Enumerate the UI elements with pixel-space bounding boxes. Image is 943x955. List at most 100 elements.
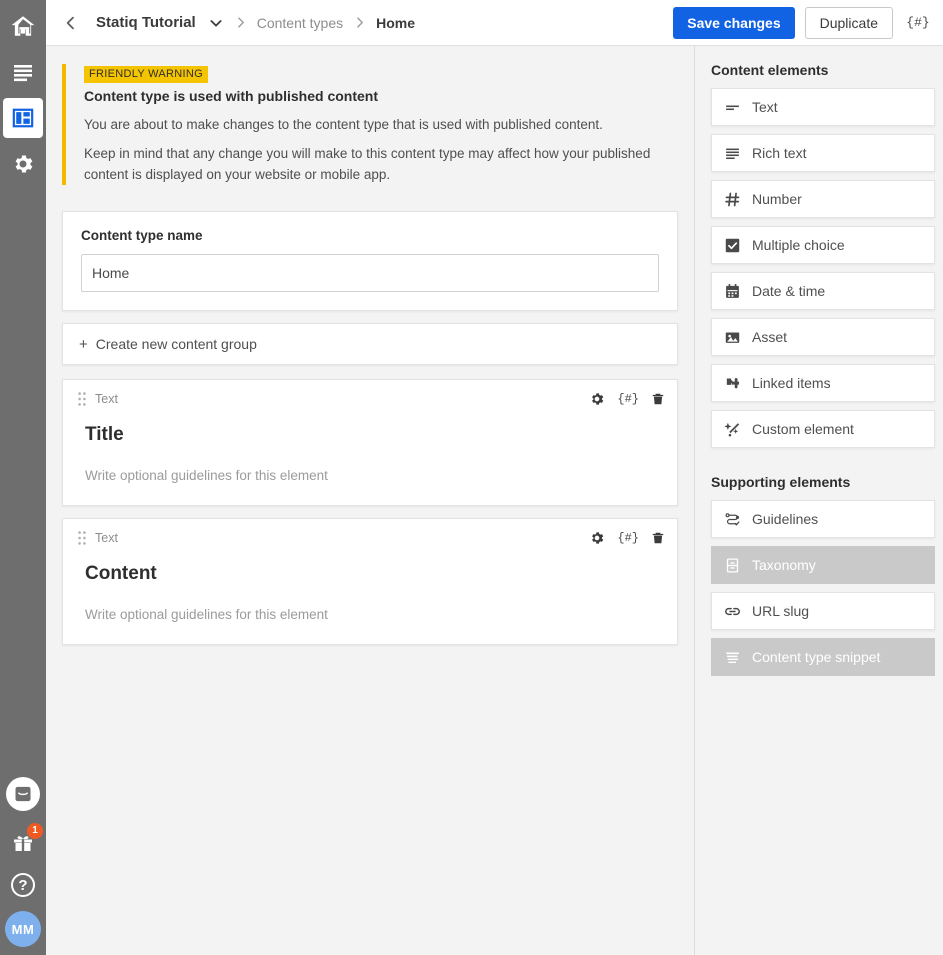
trash-icon <box>651 391 665 407</box>
warning-paragraph-1: You are about to make changes to the con… <box>84 114 662 135</box>
create-new-content-group-button[interactable]: + Create new content group <box>62 323 678 365</box>
warning-title: Content type is used with published cont… <box>84 88 662 104</box>
panel-item-label: Linked items <box>752 375 831 391</box>
element-settings-button[interactable] <box>589 391 605 407</box>
content-model-icon <box>12 107 34 129</box>
panel-item-label: Date & time <box>752 283 825 299</box>
supporting-elements-heading: Supporting elements <box>711 474 935 490</box>
duplicate-button[interactable]: Duplicate <box>805 7 893 39</box>
back-button[interactable] <box>60 15 82 31</box>
number-hash-icon <box>724 191 746 208</box>
breadcrumb-separator-2 <box>353 16 366 29</box>
chevron-left-icon <box>63 15 79 31</box>
chevron-down-icon <box>208 15 224 31</box>
top-bar: Statiq Tutorial Content types <box>46 0 943 46</box>
breadcrumb-separator-1 <box>234 16 247 29</box>
panel-item-url-slug[interactable]: URL slug <box>711 592 935 630</box>
panel-item-guidelines[interactable]: Guidelines <box>711 500 935 538</box>
help-button[interactable]: ? <box>11 873 35 897</box>
sidebar-item-settings[interactable] <box>3 144 43 184</box>
panel-item-rich-text[interactable]: Rich text <box>711 134 935 172</box>
element-card-header: Text {#} <box>75 529 665 547</box>
checkbox-icon <box>724 237 746 254</box>
codename-icon: {#} <box>617 392 639 406</box>
warning-tag: FRIENDLY WARNING <box>84 66 208 83</box>
panel-item-label: Guidelines <box>752 511 818 527</box>
panel-item-label: Rich text <box>752 145 806 161</box>
gift-button[interactable]: 1 <box>6 825 40 859</box>
snippet-icon <box>724 649 746 666</box>
gear-icon <box>589 530 605 546</box>
element-codename-button[interactable]: {#} <box>617 392 639 406</box>
link-icon <box>724 603 746 620</box>
panel-item-number[interactable]: Number <box>711 180 935 218</box>
content-elements-heading: Content elements <box>711 62 935 78</box>
avatar[interactable]: MM <box>5 911 41 947</box>
content-type-name-label: Content type name <box>81 228 659 243</box>
chevron-right-icon <box>234 16 247 29</box>
element-settings-button[interactable] <box>589 530 605 546</box>
rail-bottom-group: 1 ? MM <box>0 777 46 947</box>
content-type-name-input[interactable] <box>81 254 659 292</box>
intercom-chat-icon <box>13 784 33 804</box>
home-icon <box>10 13 36 39</box>
panel-item-label: Custom element <box>752 421 854 437</box>
panel-item-label: Number <box>752 191 802 207</box>
panel-item-label: Asset <box>752 329 787 345</box>
panel-item-asset[interactable]: Asset <box>711 318 935 356</box>
project-dropdown-button[interactable] <box>208 15 224 31</box>
intercom-chat-button[interactable] <box>6 777 40 811</box>
chevron-right-icon <box>353 16 366 29</box>
sidebar-item-content[interactable] <box>3 52 43 92</box>
drag-handle-icon[interactable] <box>75 531 89 545</box>
element-card-actions: {#} <box>589 391 665 407</box>
drag-handle-icon[interactable] <box>75 392 89 406</box>
breadcrumb-project[interactable]: Statiq Tutorial <box>96 14 196 31</box>
panel-item-text[interactable]: Text <box>711 88 935 126</box>
friendly-warning-banner: FRIENDLY WARNING Content type is used wi… <box>62 64 662 185</box>
save-changes-button[interactable]: Save changes <box>673 7 794 39</box>
panel-item-custom-element[interactable]: Custom element <box>711 410 935 448</box>
breadcrumb-content-types[interactable]: Content types <box>257 15 343 31</box>
codename-icon: {#} <box>906 15 929 30</box>
element-delete-button[interactable] <box>651 530 665 546</box>
text-icon <box>724 99 746 116</box>
breadcrumb-current: Home <box>376 15 415 31</box>
panel-item-content-type-snippet: Content type snippet <box>711 638 935 676</box>
elements-panel: Content elements Text <box>695 46 943 955</box>
element-card: Text {#} <box>62 379 678 506</box>
plus-icon: + <box>79 336 88 353</box>
element-card-actions: {#} <box>589 530 665 546</box>
sidebar-item-content-models[interactable] <box>3 98 43 138</box>
puzzle-icon <box>724 375 746 392</box>
panel-item-label: URL slug <box>752 603 809 619</box>
question-mark-icon: ? <box>18 877 27 894</box>
panel-item-label: Taxonomy <box>752 557 816 573</box>
panel-item-label: Multiple choice <box>752 237 845 253</box>
rich-text-icon <box>724 145 746 162</box>
panel-item-linked-items[interactable]: Linked items <box>711 364 935 402</box>
element-card-header: Text {#} <box>75 390 665 408</box>
content-list-icon <box>11 60 35 84</box>
warning-paragraph-2: Keep in mind that any change you will ma… <box>84 143 662 185</box>
rail-top-group <box>3 0 43 184</box>
element-type-label: Text <box>95 392 118 406</box>
taxonomy-icon <box>724 557 746 574</box>
element-guidelines-placeholder[interactable]: Write optional guidelines for this eleme… <box>85 468 665 483</box>
content-type-name-card: Content type name <box>62 211 678 311</box>
panel-item-date-time[interactable]: Date & time <box>711 272 935 310</box>
image-icon <box>724 329 746 346</box>
element-title: Content <box>85 563 665 585</box>
element-codename-button[interactable]: {#} <box>617 531 639 545</box>
panel-item-multiple-choice[interactable]: Multiple choice <box>711 226 935 264</box>
element-title: Title <box>85 424 665 446</box>
element-delete-button[interactable] <box>651 391 665 407</box>
panel-item-label: Text <box>752 99 778 115</box>
custom-element-icon <box>724 421 746 438</box>
trash-icon <box>651 530 665 546</box>
calendar-icon <box>724 283 746 300</box>
create-new-content-group-label: Create new content group <box>96 336 257 352</box>
sidebar-item-home[interactable] <box>3 6 43 46</box>
codename-button[interactable]: {#} <box>905 8 931 38</box>
element-guidelines-placeholder[interactable]: Write optional guidelines for this eleme… <box>85 607 665 622</box>
